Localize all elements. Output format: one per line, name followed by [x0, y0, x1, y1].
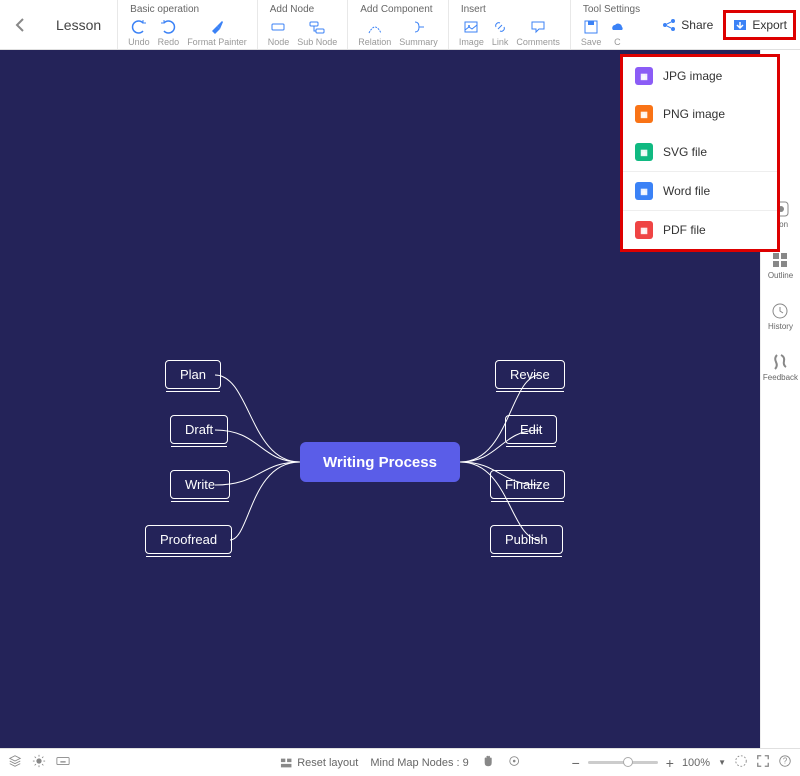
save-button[interactable]: Save — [577, 17, 606, 49]
redo-button[interactable]: Redo — [154, 17, 184, 49]
zoom-slider[interactable] — [588, 761, 658, 764]
central-node[interactable]: Writing Process — [300, 442, 460, 482]
undo-icon — [131, 19, 147, 35]
history-icon — [771, 302, 789, 320]
brush-icon — [209, 19, 225, 35]
brightness-icon[interactable] — [32, 754, 46, 771]
node-count: Mind Map Nodes : 9 — [370, 757, 468, 769]
keyboard-icon[interactable] — [56, 754, 70, 771]
export-option-1[interactable]: ▦PNG image — [623, 95, 777, 133]
node-revise[interactable]: Revise — [495, 360, 565, 389]
relation-button[interactable]: Relation — [354, 17, 395, 49]
export-menu: ▦JPG image▦PNG image▦SVG file▦Word file▦… — [620, 54, 780, 252]
share-icon — [661, 17, 677, 33]
outline-icon — [771, 251, 789, 269]
image-button[interactable]: Image — [455, 17, 488, 49]
sidebar-feedback[interactable]: Feedback — [763, 353, 798, 382]
save-icon — [583, 19, 599, 35]
sidebar-outline[interactable]: Outline — [768, 251, 793, 280]
format-painter-button[interactable]: Format Painter — [183, 17, 251, 49]
export-label: Export — [752, 18, 787, 32]
node-publish[interactable]: Publish — [490, 525, 563, 554]
link-button[interactable]: Link — [488, 17, 513, 49]
feedback-icon — [771, 353, 789, 371]
cloud-button[interactable]: C — [605, 17, 629, 49]
export-option-2[interactable]: ▦SVG file — [623, 133, 777, 171]
node-plan[interactable]: Plan — [165, 360, 221, 389]
export-option-0[interactable]: ▦JPG image — [623, 57, 777, 95]
help-icon[interactable]: ? — [778, 754, 792, 771]
export-option-4[interactable]: ▦PDF file — [623, 210, 777, 249]
page-title: Lesson — [40, 0, 117, 49]
file-icon: ▦ — [635, 221, 653, 239]
link-icon — [492, 19, 508, 35]
image-icon — [463, 19, 479, 35]
file-icon: ▦ — [635, 143, 653, 161]
file-icon: ▦ — [635, 105, 653, 123]
file-icon: ▦ — [635, 67, 653, 85]
node-proofread[interactable]: Proofread — [145, 525, 232, 554]
toolbar: Lesson Basic operation Undo Redo Format … — [0, 0, 800, 50]
zoom-value: 100% — [682, 757, 710, 769]
sidebar-history[interactable]: History — [768, 302, 793, 331]
redo-icon — [160, 19, 176, 35]
export-button[interactable]: Export — [723, 10, 796, 40]
node-button[interactable]: Node — [264, 17, 294, 49]
node-icon — [270, 19, 286, 35]
node-finalize[interactable]: Finalize — [490, 470, 565, 499]
fit-icon[interactable] — [734, 754, 748, 771]
statusbar: Reset layout Mind Map Nodes : 9 − + 100%… — [0, 748, 800, 776]
relation-icon — [367, 19, 383, 35]
zoom-in[interactable]: + — [666, 755, 674, 771]
subnode-icon — [309, 19, 325, 35]
target-icon[interactable] — [507, 754, 521, 771]
comment-icon — [530, 19, 546, 35]
export-icon — [732, 17, 748, 33]
file-icon: ▦ — [635, 182, 653, 200]
comments-button[interactable]: Comments — [512, 17, 564, 49]
node-draft[interactable]: Draft — [170, 415, 228, 444]
undo-button[interactable]: Undo — [124, 17, 154, 49]
svg-text:?: ? — [783, 757, 788, 766]
subnode-button[interactable]: Sub Node — [293, 17, 341, 49]
back-button[interactable] — [0, 0, 40, 49]
node-write[interactable]: Write — [170, 470, 230, 499]
fullscreen-icon[interactable] — [756, 754, 770, 771]
summary-button[interactable]: Summary — [395, 17, 442, 49]
section-addcomponent: Add Component Relation Summary — [347, 0, 448, 49]
section-tools: Tool Settings Save C — [570, 0, 652, 49]
section-basic: Basic operation Undo Redo Format Painter — [117, 0, 257, 49]
layers-icon[interactable] — [8, 754, 22, 771]
export-option-3[interactable]: ▦Word file — [623, 171, 777, 210]
cloud-icon — [609, 19, 625, 35]
reset-layout-button[interactable]: Reset layout — [279, 756, 358, 770]
section-insert: Insert Image Link Comments — [448, 0, 570, 49]
share-button[interactable]: Share — [655, 13, 719, 37]
node-edit[interactable]: Edit — [505, 415, 557, 444]
share-label: Share — [681, 18, 713, 32]
hand-tool[interactable] — [481, 754, 495, 771]
summary-icon — [411, 19, 427, 35]
section-addnode: Add Node Node Sub Node — [257, 0, 348, 49]
zoom-out[interactable]: − — [572, 755, 580, 771]
